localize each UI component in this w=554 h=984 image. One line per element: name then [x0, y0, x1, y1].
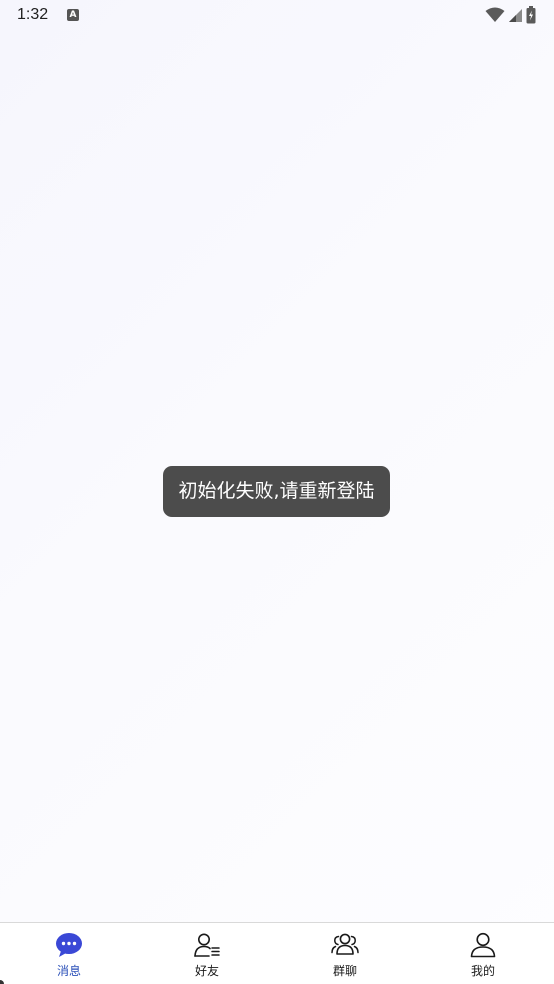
keyboard-a-icon: A: [67, 9, 79, 21]
friends-icon: [194, 933, 220, 957]
tab-group-chat[interactable]: 群聊: [276, 923, 414, 984]
group-icon: [331, 933, 359, 955]
status-indicators: [485, 6, 536, 24]
error-toast: 初始化失败,请重新登陆: [163, 466, 390, 517]
chat-bubble-icon: [56, 933, 82, 957]
tab-group-chat-label: 群聊: [332, 964, 357, 978]
wifi-icon: [485, 7, 505, 22]
status-time: 1:32: [17, 6, 49, 23]
bottom-tab-bar: 消息 好友 群聊 我的: [0, 922, 554, 984]
tab-me[interactable]: 我的: [414, 923, 552, 984]
tab-friends-label: 好友: [194, 964, 219, 978]
status-bar: 1:32 A: [0, 0, 554, 30]
tab-messages[interactable]: 消息: [0, 923, 138, 984]
tab-friends[interactable]: 好友: [138, 923, 276, 984]
cell-signal-icon: [509, 9, 522, 22]
battery-icon: [526, 6, 536, 24]
tab-messages-label: 消息: [56, 964, 81, 978]
profile-icon: [470, 932, 496, 958]
tab-me-label: 我的: [470, 964, 495, 978]
